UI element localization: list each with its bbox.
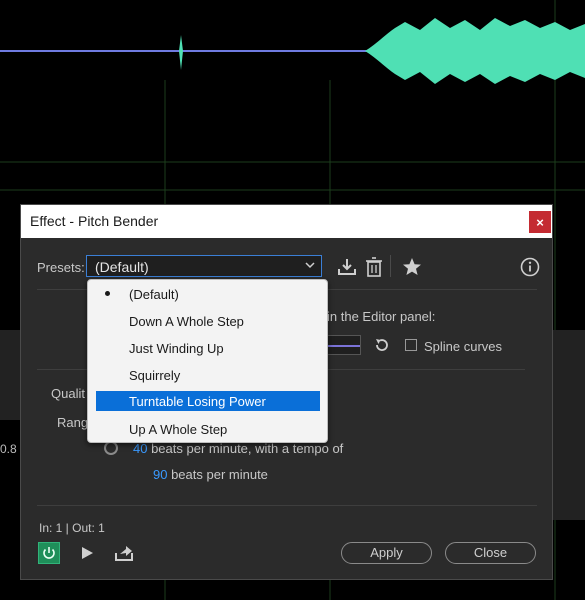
chevron-down-icon	[305, 262, 315, 269]
play-icon[interactable]	[79, 545, 95, 561]
close-button[interactable]: Close	[445, 542, 536, 564]
preset-option-label: Turntable Losing Power	[129, 394, 266, 409]
apply-button[interactable]: Apply	[341, 542, 432, 564]
dialog-title: Effect - Pitch Bender	[30, 213, 159, 229]
preset-option-label: Squirrely	[129, 368, 181, 383]
tempo-range-line: 40 beats per minute, with a tempo of	[133, 441, 343, 456]
spline-curves-label: Spline curves	[424, 339, 503, 354]
waveform-burst	[365, 18, 585, 84]
waveform-spike	[179, 35, 183, 70]
tempo-text: beats per minute	[167, 467, 268, 482]
spline-curves-checkbox[interactable]	[405, 339, 417, 351]
io-channels-text: In: 1 | Out: 1	[39, 521, 105, 535]
tempo-line: 90 beats per minute	[153, 467, 268, 482]
presets-dropdown-list: (Default) Down A Whole Step Just Winding…	[87, 279, 328, 443]
preset-option[interactable]: Up A Whole Step	[96, 419, 320, 439]
toolbar-separator	[390, 255, 391, 277]
reset-curve-icon[interactable]	[373, 336, 391, 354]
presets-label: Presets:	[37, 260, 85, 275]
preset-option-label: Down A Whole Step	[129, 314, 244, 329]
preset-option[interactable]: (Default)	[96, 284, 320, 304]
tempo-range-value[interactable]: 40	[133, 441, 147, 456]
preset-option[interactable]: Squirrely	[96, 365, 320, 385]
preset-option[interactable]: Just Winding Up	[96, 338, 320, 358]
presets-value: (Default)	[95, 259, 149, 275]
quality-label: Qualit	[51, 386, 85, 401]
preset-option-label: Just Winding Up	[129, 341, 224, 356]
preset-option-label: Up A Whole Step	[129, 422, 228, 437]
power-toggle-button[interactable]	[38, 542, 60, 564]
dialog-titlebar[interactable]: Effect - Pitch Bender ×	[21, 205, 552, 238]
preset-option-highlighted[interactable]: Turntable Losing Power	[96, 391, 320, 411]
dialog-close-button[interactable]: ×	[529, 211, 551, 233]
loop-export-icon[interactable]	[114, 545, 134, 561]
delete-preset-icon[interactable]	[363, 256, 385, 278]
power-icon	[43, 547, 55, 559]
preset-option-label: (Default)	[129, 287, 179, 302]
preset-option[interactable]: Down A Whole Step	[96, 311, 320, 331]
timeline-number: 0.8	[0, 442, 17, 456]
save-preset-icon[interactable]	[336, 256, 358, 278]
selected-bullet-icon	[105, 291, 110, 296]
editor-panel-label: in the Editor panel:	[327, 309, 436, 324]
tempo-value[interactable]: 90	[153, 467, 167, 482]
info-icon[interactable]	[519, 256, 541, 278]
tempo-range-text: beats per minute, with a tempo of	[147, 441, 344, 456]
tempo-range-radio[interactable]	[104, 441, 118, 455]
presets-dropdown[interactable]: (Default)	[86, 255, 322, 277]
favorite-star-icon[interactable]	[401, 256, 423, 278]
section-divider	[37, 505, 537, 506]
